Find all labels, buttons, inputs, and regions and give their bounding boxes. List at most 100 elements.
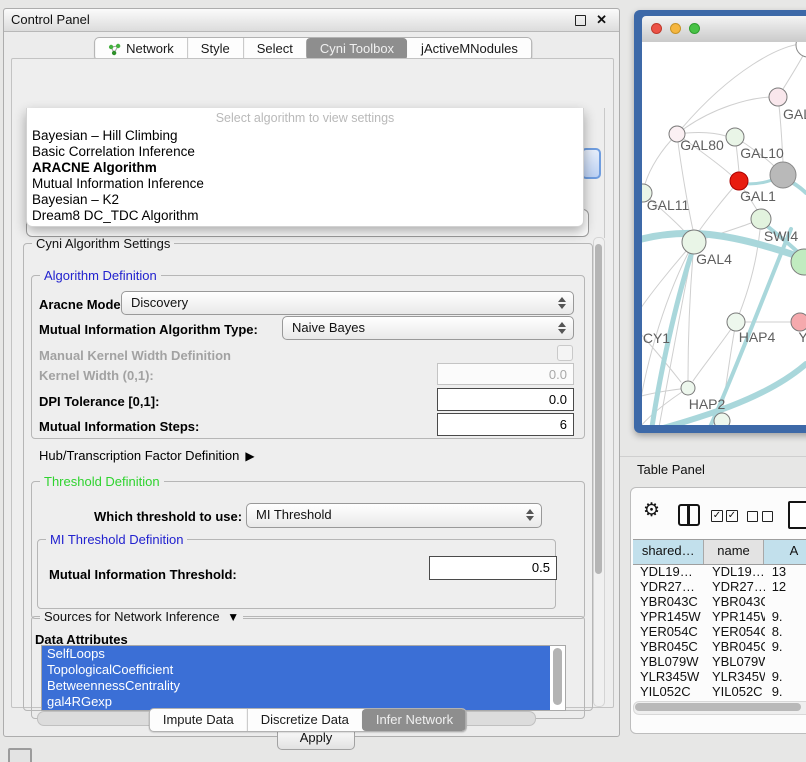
aracne-mode-select[interactable]: Discovery (121, 291, 574, 315)
column-header-shared[interactable]: shared… (633, 540, 704, 564)
which-threshold-value: MI Threshold (256, 507, 332, 522)
node-label-gal4: GAL4 (696, 251, 732, 267)
node-label-gcy1: GCY1 (642, 330, 670, 346)
scrollbar-thumb[interactable] (595, 244, 602, 574)
table-cell: YBR043C (705, 594, 765, 609)
network-edge[interactable] (677, 97, 778, 134)
scrollbar-thumb[interactable] (635, 703, 801, 711)
manual-kernel-width-checkbox[interactable] (557, 345, 573, 361)
node-label-gal10: GAL10 (740, 145, 784, 161)
gear-icon[interactable]: ⚙ (643, 500, 660, 522)
table-row[interactable]: YIL052CYIL052C9. (633, 684, 806, 699)
table-row[interactable]: YBR045CYBR045C9. (633, 639, 806, 654)
document-icon[interactable] (788, 501, 806, 529)
network-node[interactable] (751, 209, 771, 229)
tab-network[interactable]: Network (95, 38, 187, 60)
checked-checkbox-icon[interactable]: ✓ (726, 510, 738, 522)
mi-algorithm-type-value: Naive Bayes (292, 320, 365, 335)
network-node[interactable] (714, 413, 730, 425)
algorithm-option-aracne-algorithm[interactable]: ARACNE Algorithm (27, 160, 583, 176)
network-edge[interactable] (642, 193, 643, 315)
mi-steps-field[interactable]: 6 (437, 413, 574, 436)
node-label-gal80: GAL80 (680, 137, 724, 153)
tab-discretize-data[interactable]: Discretize Data (247, 709, 362, 731)
table-row[interactable]: YLR345WYLR345W9. (633, 669, 806, 684)
which-threshold-select[interactable]: MI Threshold (246, 503, 542, 528)
node-label-y: Y (798, 329, 806, 345)
table-header-row: shared…nameA (633, 539, 806, 565)
table-row[interactable]: YPR145WYPR145W9. (633, 609, 806, 624)
cyni-toolbox-panel: Cyni Algorithm Settings Algorithm Defini… (11, 58, 614, 708)
expand-arrow-icon: ▶ (245, 449, 254, 463)
table-cell: YER054C (705, 624, 765, 639)
unchecked-checkbox-icon[interactable] (762, 511, 773, 522)
checked-checkbox-icon[interactable]: ✓ (711, 510, 723, 522)
table-cell: 9. (765, 684, 806, 699)
network-node[interactable] (769, 88, 787, 106)
algorithm-definition-title: Algorithm Definition (40, 268, 161, 283)
network-node[interactable] (726, 128, 744, 146)
table-cell (765, 654, 806, 669)
algorithm-option-bayesian-k2[interactable]: Bayesian – K2 (27, 192, 583, 208)
tab-style[interactable]: Style (187, 38, 243, 60)
network-edge[interactable] (693, 322, 736, 381)
minimize-traffic-light[interactable] (670, 23, 681, 34)
tab-impute-data[interactable]: Impute Data (150, 709, 247, 731)
control-panel-title: Control Panel (11, 9, 90, 31)
algorithm-option-basic-correlation-inference[interactable]: Basic Correlation Inference (27, 144, 583, 160)
network-node[interactable] (770, 162, 796, 188)
table-row[interactable]: YER054CYER054C8. (633, 624, 806, 639)
column-header-a[interactable]: A (764, 540, 806, 564)
mi-threshold-definition-title: MI Threshold Definition (46, 532, 187, 547)
mi-threshold-label: Mutual Information Threshold: (49, 567, 237, 582)
table-panel-titlebar: Table Panel (620, 456, 806, 483)
split-columns-icon[interactable] (678, 504, 700, 526)
tab-infer-network[interactable]: Infer Network (362, 709, 466, 731)
table-row[interactable]: YBR043CYBR043C (633, 594, 806, 609)
unchecked-checkbox-icon[interactable] (747, 511, 758, 522)
minimized-panel-icon[interactable] (8, 748, 32, 762)
application-screen: Control Panel ✕ NetworkStyleSelectCyni T… (0, 0, 806, 762)
attributes-scrollbar[interactable] (553, 648, 562, 705)
column-header-name[interactable]: name (704, 540, 763, 564)
attribute-item-betweennesscentrality[interactable]: BetweennessCentrality (42, 678, 550, 694)
algorithm-option-dream8-dc-tdc-algorithm[interactable]: Dream8 DC_TDC Algorithm (27, 208, 583, 224)
algorithm-option-mutual-information-inference[interactable]: Mutual Information Inference (27, 176, 583, 192)
data-attributes-list[interactable]: SelfLoopsTopologicalCoefficientBetweenne… (41, 645, 566, 711)
close-icon[interactable]: ✕ (596, 11, 607, 29)
sources-collapser[interactable]: Sources for Network Inference ▼ (40, 609, 243, 624)
sources-title: Sources for Network Inference (44, 609, 220, 624)
attribute-item-topologicalcoefficient[interactable]: TopologicalCoefficient (42, 662, 550, 678)
tab-select[interactable]: Select (243, 38, 306, 60)
threshold-definition-title: Threshold Definition (40, 474, 164, 489)
dpi-tolerance-field[interactable]: 0.0 (437, 388, 574, 411)
settings-vertical-scrollbar[interactable] (593, 237, 605, 707)
table-horizontal-scrollbar[interactable] (633, 701, 806, 715)
network-window-titlebar[interactable] (642, 16, 806, 43)
mi-algorithm-type-select[interactable]: Naive Bayes (282, 316, 574, 340)
table-cell: 8. (765, 624, 806, 639)
table-cell: YIL052C (705, 684, 765, 699)
node-label-gal: GAL (783, 106, 806, 122)
table-body: YDL19…YDL19…13YDR27…YDR27…12YBR043CYBR04… (633, 564, 806, 699)
attribute-item-selfloops[interactable]: SelfLoops (42, 646, 550, 662)
zoom-traffic-light[interactable] (689, 23, 700, 34)
network-node[interactable] (796, 42, 806, 57)
network-edge[interactable] (645, 134, 677, 184)
close-traffic-light[interactable] (651, 23, 662, 34)
tab-jactivemnodules[interactable]: jActiveMNodules (407, 38, 531, 60)
hub-definition-expander[interactable]: Hub/Transcription Factor Definition▶ (39, 448, 255, 463)
float-window-icon[interactable] (575, 15, 586, 26)
table-row[interactable]: YDL19…YDL19…13 (633, 564, 806, 579)
network-canvas[interactable]: GALGAL80GAL10GAL1GAL11SWI4GAL4GCY1HAP4YH… (642, 42, 806, 425)
algorithm-option-bayesian-hill-climbing[interactable]: Bayesian – Hill Climbing (27, 128, 583, 144)
mi-threshold-field[interactable]: 0.5 (429, 556, 557, 580)
network-node[interactable] (681, 381, 695, 395)
background-panel-border (604, 108, 605, 238)
node-label-hap4: HAP4 (739, 329, 776, 345)
table-row[interactable]: YDR27…YDR27…12 (633, 579, 806, 594)
table-row[interactable]: YBL079WYBL079W (633, 654, 806, 669)
kernel-width-field[interactable]: 0.0 (437, 363, 574, 385)
network-edge[interactable] (699, 181, 739, 231)
tab-cyni-toolbox[interactable]: Cyni Toolbox (306, 38, 407, 60)
